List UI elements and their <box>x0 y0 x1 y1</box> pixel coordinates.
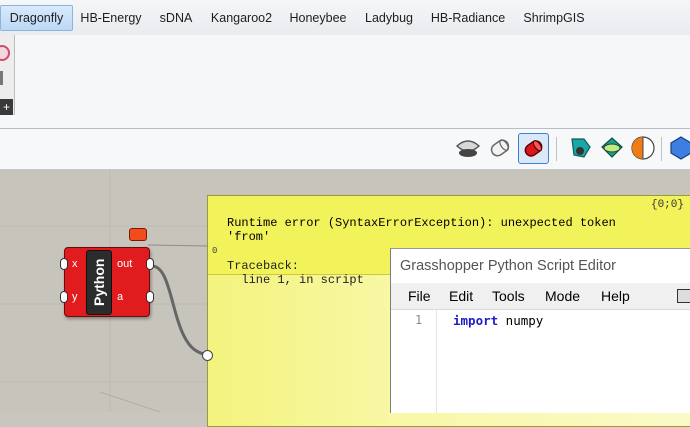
code-text: numpy <box>498 313 544 328</box>
code-keyword: import <box>453 313 499 328</box>
palette-expand-button[interactable]: + <box>0 99 13 115</box>
component-name: Python <box>91 258 107 307</box>
error-message: Runtime error (SyntaxErrorException): un… <box>227 216 616 244</box>
menu-overflow-icon[interactable] <box>677 289 690 303</box>
output-a-grip[interactable] <box>146 291 154 303</box>
canvas-toolbar <box>0 129 690 170</box>
toolbar-separator <box>556 137 557 161</box>
display-green-icon[interactable] <box>597 133 627 163</box>
output-a-label: a <box>117 291 124 303</box>
tab-hb-radiance[interactable]: HB-Radiance <box>427 6 509 30</box>
error-coords: {0;0} <box>650 199 684 211</box>
menu-edit[interactable]: Edit <box>449 288 473 304</box>
toolbar-separator <box>661 137 662 161</box>
palette-component-button[interactable]: + <box>0 35 15 115</box>
component-name-plate: Python <box>86 250 112 315</box>
menu-file[interactable]: File <box>408 288 431 304</box>
balloon-index: 0 <box>212 246 218 256</box>
editor-menubar: File Edit Tools Mode Help <box>391 283 690 310</box>
input-y-grip[interactable] <box>60 291 68 303</box>
python-component[interactable]: x y Python out a <box>60 247 154 317</box>
input-y-label: y <box>72 291 78 303</box>
code-line[interactable]: import numpy <box>453 313 543 328</box>
tab-hb-energy[interactable]: HB-Energy <box>75 6 147 30</box>
palette-divider <box>0 71 3 85</box>
line-number: 1 <box>415 313 423 327</box>
component-ring-icon <box>0 45 10 61</box>
display-teal-icon[interactable] <box>566 133 596 163</box>
display-orange-icon[interactable] <box>628 133 658 163</box>
tab-honeybee[interactable]: Honeybee <box>284 6 352 30</box>
tab-kangaroo2[interactable]: Kangaroo2 <box>206 6 277 30</box>
tab-sdna[interactable]: sDNA <box>155 6 197 30</box>
menu-help[interactable]: Help <box>601 288 630 304</box>
menu-tools[interactable]: Tools <box>492 288 525 304</box>
wire-endpoint[interactable] <box>202 350 213 361</box>
display-blue-icon[interactable] <box>666 133 690 163</box>
output-out-label: out <box>117 258 133 270</box>
preview-wireframe-icon[interactable] <box>453 133 483 163</box>
tab-shrimpgis[interactable]: ShrimpGIS <box>517 6 591 30</box>
preview-selected-icon[interactable] <box>518 133 549 164</box>
tab-dragonfly[interactable]: Dragonfly <box>0 5 73 31</box>
component-palette: + <box>0 35 690 129</box>
python-script-editor-window: Grasshopper Python Script Editor File Ed… <box>390 248 690 413</box>
traceback-text: Traceback: line 1, in script <box>227 259 364 287</box>
output-out-grip[interactable] <box>146 258 154 270</box>
line-number-gutter: 1 <box>391 310 437 413</box>
component-tab-bar: Dragonfly HB-Energy sDNA Kangaroo2 Honey… <box>0 0 690 36</box>
code-editor[interactable]: 1 import numpy <box>391 310 690 413</box>
input-x-grip[interactable] <box>60 258 68 270</box>
input-x-label: x <box>72 258 78 270</box>
tab-ladybug[interactable]: Ladybug <box>360 6 418 30</box>
preview-shaded-icon[interactable] <box>485 133 515 163</box>
editor-title: Grasshopper Python Script Editor <box>391 249 690 283</box>
runtime-error-flag-icon[interactable] <box>129 228 147 241</box>
menu-mode[interactable]: Mode <box>545 288 580 304</box>
